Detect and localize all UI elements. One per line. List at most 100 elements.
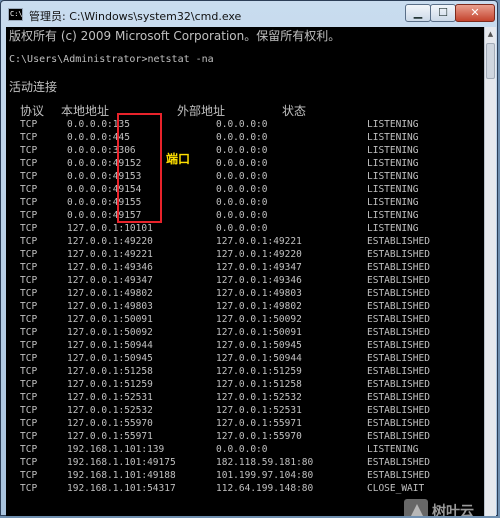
header-state: 状态 (282, 104, 307, 118)
row-local-address: 127.0.0.1:49346 (67, 262, 153, 273)
row-foreign-address: 0.0.0.0:0 (216, 145, 268, 156)
vertical-scrollbar[interactable]: ▲ (484, 27, 496, 516)
row-state: ESTABLISHED (367, 431, 430, 442)
row-protocol: TCP (20, 379, 38, 390)
row-protocol: TCP (20, 171, 38, 182)
row-state: ESTABLISHED (367, 418, 430, 429)
row-state: LISTENING (367, 132, 419, 143)
row-protocol: TCP (20, 366, 38, 377)
row-protocol: TCP (20, 132, 38, 143)
window-title: 管理员: C:\Windows\system32\cmd.exe (29, 10, 242, 23)
scroll-up-arrow-icon[interactable]: ▲ (485, 27, 496, 41)
row-state: ESTABLISHED (367, 392, 430, 403)
row-foreign-address: 127.0.0.1:51259 (216, 366, 302, 377)
row-foreign-address: 101.199.97.104:80 (216, 470, 314, 481)
row-local-address: 192.168.1.101:49188 (67, 470, 176, 481)
row-protocol: TCP (20, 288, 38, 299)
row-protocol: TCP (20, 158, 38, 169)
copyright-line: 版权所有 (c) 2009 Microsoft Corporation。保留所有… (9, 29, 341, 43)
row-state: LISTENING (367, 119, 419, 130)
row-local-address: 127.0.0.1:49347 (67, 275, 153, 286)
row-protocol: TCP (20, 236, 38, 247)
header-foreign-address: 外部地址 (177, 104, 226, 118)
row-protocol: TCP (20, 470, 38, 481)
row-state: ESTABLISHED (367, 275, 430, 286)
row-state: ESTABLISHED (367, 366, 430, 377)
row-state: ESTABLISHED (367, 327, 430, 338)
row-local-address: 127.0.0.1:50944 (67, 340, 153, 351)
row-protocol: TCP (20, 340, 38, 351)
close-button[interactable]: ✕ (455, 4, 495, 22)
row-protocol: TCP (20, 301, 38, 312)
row-protocol: TCP (20, 249, 38, 260)
row-foreign-address: 0.0.0.0:0 (216, 210, 268, 221)
row-state: ESTABLISHED (367, 340, 430, 351)
row-local-address: 127.0.0.1:52531 (67, 392, 153, 403)
row-foreign-address: 127.0.0.1:49220 (216, 249, 302, 260)
row-foreign-address: 127.0.0.1:50944 (216, 353, 302, 364)
row-protocol: TCP (20, 483, 38, 494)
header-protocol: 协议 (20, 104, 45, 118)
row-foreign-address: 0.0.0.0:0 (216, 171, 268, 182)
row-foreign-address: 0.0.0.0:0 (216, 444, 268, 455)
row-protocol: TCP (20, 275, 38, 286)
row-local-address: 127.0.0.1:55970 (67, 418, 153, 429)
row-local-address: 127.0.0.1:51259 (67, 379, 153, 390)
row-local-address: 127.0.0.1:49221 (67, 249, 153, 260)
row-foreign-address: 127.0.0.1:52532 (216, 392, 302, 403)
command-prompt: C:\Users\Administrator>netstat -na (9, 54, 214, 65)
row-state: ESTABLISHED (367, 301, 430, 312)
row-foreign-address: 127.0.0.1:52531 (216, 405, 302, 416)
row-local-address: 127.0.0.1:49802 (67, 288, 153, 299)
row-local-address: 127.0.0.1:51258 (67, 366, 153, 377)
row-local-address: 192.168.1.101:54317 (67, 483, 176, 494)
port-annotation-label: 端口 (166, 152, 191, 166)
row-foreign-address: 0.0.0.0:0 (216, 197, 268, 208)
watermark-logo-icon (404, 499, 428, 516)
row-protocol: TCP (20, 262, 38, 273)
row-state: LISTENING (367, 197, 419, 208)
console-output[interactable]: 版权所有 (c) 2009 Microsoft Corporation。保留所有… (6, 27, 484, 516)
row-protocol: TCP (20, 210, 38, 221)
row-protocol: TCP (20, 431, 38, 442)
row-foreign-address: 127.0.0.1:55971 (216, 418, 302, 429)
minimize-button[interactable]: ▁ (405, 4, 431, 22)
row-foreign-address: 182.118.59.181:80 (216, 457, 314, 468)
row-state: ESTABLISHED (367, 470, 430, 481)
row-foreign-address: 127.0.0.1:51258 (216, 379, 302, 390)
row-state: LISTENING (367, 171, 419, 182)
row-state: LISTENING (367, 184, 419, 195)
header-local-address: 本地地址 (61, 104, 110, 118)
row-foreign-address: 127.0.0.1:49347 (216, 262, 302, 273)
row-state: ESTABLISHED (367, 457, 430, 468)
row-local-address: 127.0.0.1:50945 (67, 353, 153, 364)
row-local-address: 127.0.0.1:52532 (67, 405, 153, 416)
row-local-address: 127.0.0.1:10101 (67, 223, 153, 234)
row-state: LISTENING (367, 210, 419, 221)
maximize-button[interactable]: ☐ (430, 4, 456, 22)
row-protocol: TCP (20, 405, 38, 416)
scrollbar-thumb[interactable] (486, 43, 495, 79)
row-protocol: TCP (20, 444, 38, 455)
row-state: ESTABLISHED (367, 353, 430, 364)
row-protocol: TCP (20, 223, 38, 234)
row-state: LISTENING (367, 444, 419, 455)
row-state: LISTENING (367, 158, 419, 169)
row-foreign-address: 127.0.0.1:49802 (216, 301, 302, 312)
row-local-address: 127.0.0.1:49220 (67, 236, 153, 247)
row-state: ESTABLISHED (367, 249, 430, 260)
row-state: LISTENING (367, 223, 419, 234)
row-protocol: TCP (20, 327, 38, 338)
row-foreign-address: 0.0.0.0:0 (216, 158, 268, 169)
row-state: ESTABLISHED (367, 405, 430, 416)
cmd-app-icon[interactable]: C:\ (8, 8, 23, 21)
row-local-address: 127.0.0.1:55971 (67, 431, 153, 442)
title-bar[interactable]: C:\ 管理员: C:\Windows\system32\cmd.exe ▁ ☐… (1, 1, 497, 29)
row-state: CLOSE_WAIT (367, 483, 425, 494)
row-foreign-address: 127.0.0.1:50091 (216, 327, 302, 338)
row-foreign-address: 127.0.0.1:50945 (216, 340, 302, 351)
row-local-address: 127.0.0.1:50092 (67, 327, 153, 338)
row-protocol: TCP (20, 197, 38, 208)
row-protocol: TCP (20, 145, 38, 156)
row-protocol: TCP (20, 418, 38, 429)
